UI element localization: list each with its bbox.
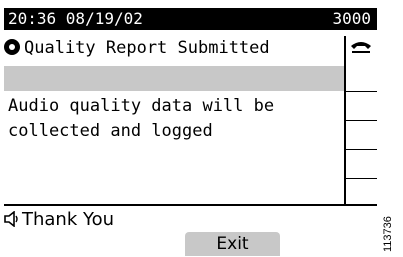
speaker-icon	[4, 211, 18, 227]
status-bar: 20:36 08/19/02 3000	[4, 8, 377, 30]
line-divider	[346, 120, 377, 121]
selection-highlight	[4, 66, 344, 91]
line-button-panel	[346, 36, 377, 206]
status-extension: 3000	[332, 9, 371, 28]
screen-title: Quality Report Submitted	[4, 36, 344, 60]
figure-id: 113736	[382, 216, 394, 252]
line-divider	[346, 149, 377, 150]
divider	[4, 204, 377, 206]
exit-softkey[interactable]: Exit	[185, 232, 280, 256]
handset-icon	[351, 42, 371, 53]
status-datetime: 20:36 08/19/02	[8, 9, 143, 28]
quality-icon	[4, 39, 20, 55]
line-divider	[346, 91, 377, 92]
message-text: Audio quality data will be collected and…	[8, 96, 275, 141]
screen-title-text: Quality Report Submitted	[24, 38, 270, 58]
content-area: Audio quality data will be collected and…	[4, 36, 346, 204]
prompt-line: Thank You	[4, 208, 114, 232]
prompt-text: Thank You	[22, 209, 115, 230]
line-divider	[346, 178, 377, 179]
